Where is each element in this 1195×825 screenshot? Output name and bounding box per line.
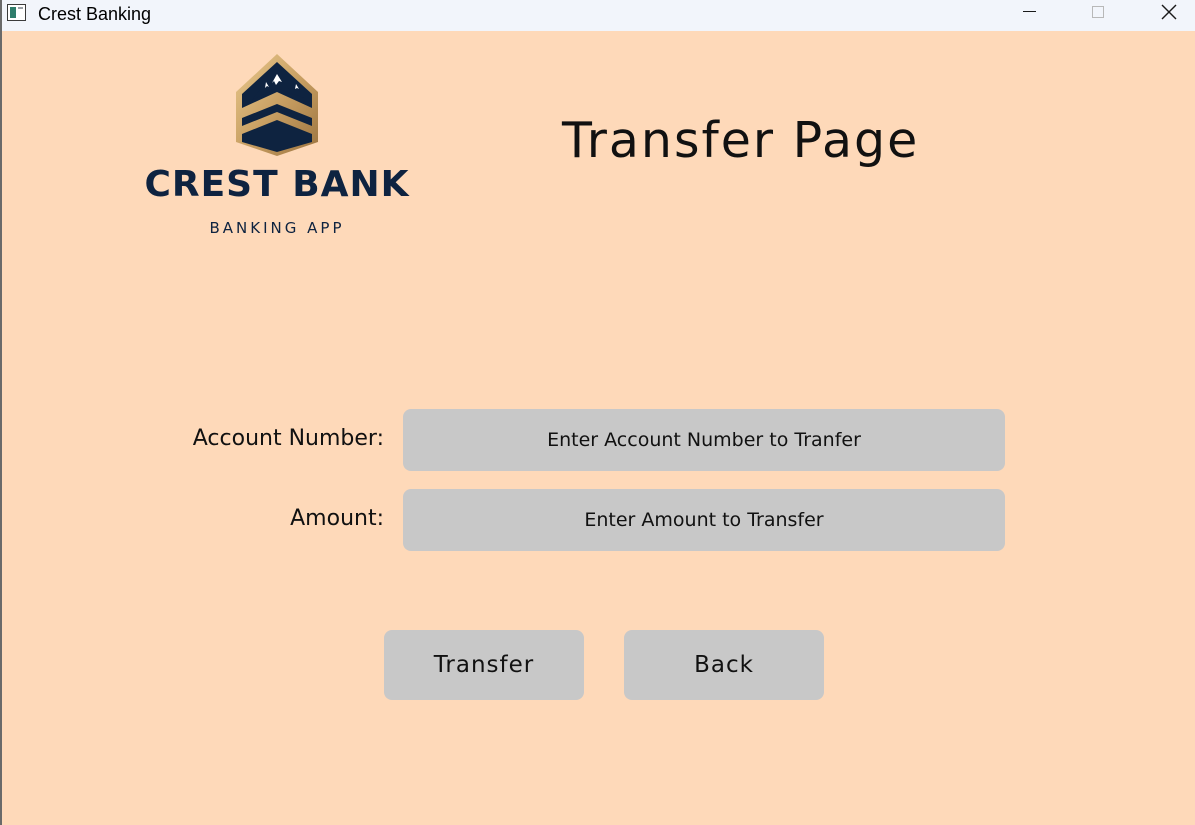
minimize-button[interactable] bbox=[1006, 0, 1052, 28]
window-title: Crest Banking bbox=[38, 4, 152, 24]
maximize-button[interactable] bbox=[1075, 0, 1121, 28]
app-window-icon bbox=[7, 4, 26, 21]
title-bar[interactable]: Crest Banking bbox=[2, 0, 1195, 31]
maximize-icon bbox=[1092, 6, 1104, 18]
logo-bank-name: CREST BANK bbox=[144, 164, 410, 205]
account-number-input[interactable] bbox=[403, 409, 1005, 471]
transfer-button[interactable]: Transfer bbox=[384, 630, 584, 700]
close-icon bbox=[1161, 4, 1177, 20]
page-title: Transfer Page bbox=[562, 112, 920, 169]
app-window: Crest Banking CREST BANK BANKING APP Tra… bbox=[0, 0, 1195, 825]
crest-bank-logo: CREST BANK BANKING APP bbox=[122, 52, 434, 242]
account-number-label: Account Number: bbox=[192, 426, 384, 451]
back-button[interactable]: Back bbox=[624, 630, 824, 700]
amount-input[interactable] bbox=[403, 489, 1005, 551]
mountain-chevron-emblem bbox=[236, 54, 318, 156]
minimize-icon bbox=[1022, 10, 1036, 12]
amount-label: Amount: bbox=[290, 506, 384, 531]
logo-tagline: BANKING APP bbox=[209, 219, 345, 237]
close-button[interactable] bbox=[1146, 0, 1192, 28]
